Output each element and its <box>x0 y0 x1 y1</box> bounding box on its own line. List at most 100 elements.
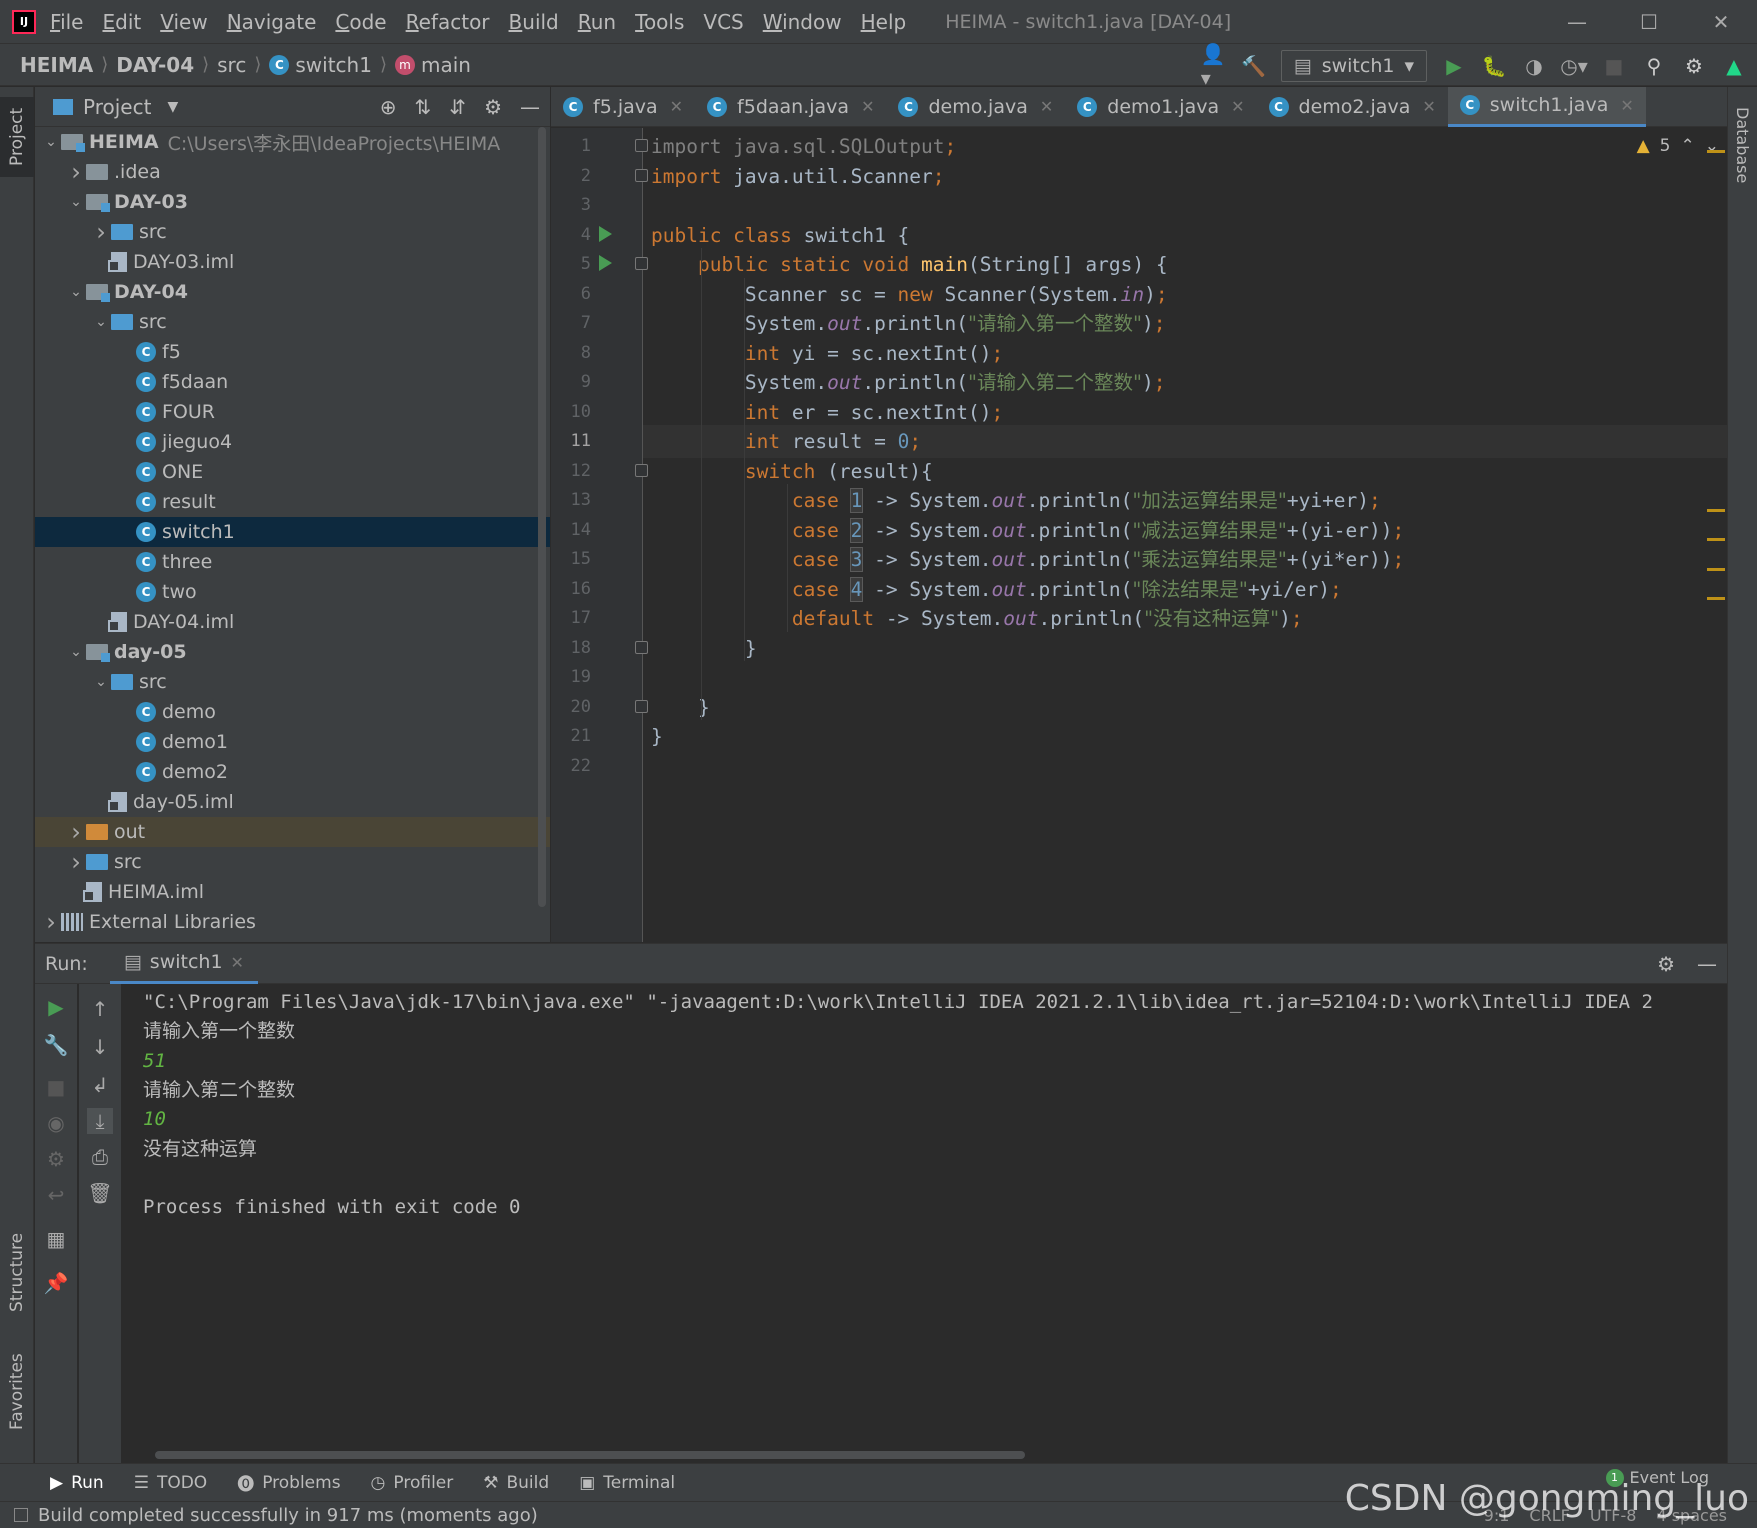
code-area[interactable]: import java.sql.SQLOutput; import java.ut… <box>651 128 1711 942</box>
tree-node-day-04-iml[interactable]: DAY-04.iml <box>35 607 550 637</box>
tree-node-demo1[interactable]: Cdemo1 <box>35 727 550 757</box>
trash-icon[interactable]: 🗑 <box>87 1180 113 1206</box>
run-tab-switch1[interactable]: ▤ switch1 ✕ <box>109 944 258 984</box>
warning-stripe-mark[interactable] <box>1707 538 1725 541</box>
menu-item-help[interactable]: Help <box>861 10 907 34</box>
tree-node-jieguo4[interactable]: Cjieguo4 <box>35 427 550 457</box>
code-editor[interactable]: 1 2 3 4 5 6 7 8 9 10 11 12 13 14 15 16 17 18 19 20 21 22 impo… <box>551 128 1727 942</box>
tree-node-heima-iml[interactable]: HEIMA.iml <box>35 877 550 907</box>
chevron-down-icon[interactable]: ▼ <box>167 99 178 115</box>
tree-node-day-04[interactable]: ⌄ DAY-04 <box>35 277 550 307</box>
collapse-all-icon[interactable]: ⇵ <box>449 95 466 119</box>
tree-node-src[interactable]: › src <box>35 217 550 247</box>
stop-icon[interactable]: ■ <box>1601 53 1627 79</box>
tree-node-heima[interactable]: ⌄ HEIMA C:\Users\李永田\IdeaProjects\HEIMA <box>35 127 550 157</box>
tree-node-external-libraries[interactable]: › External Libraries <box>35 907 550 937</box>
tree-node-result[interactable]: Cresult <box>35 487 550 517</box>
close-window-button[interactable]: ✕ <box>1685 0 1757 43</box>
tree-node-two[interactable]: Ctwo <box>35 577 550 607</box>
gear-icon[interactable]: ⚙ <box>484 95 502 119</box>
tree-node-f5daan[interactable]: Cf5daan <box>35 367 550 397</box>
tab-switch1-java[interactable]: Cswitch1.java ✕ <box>1447 86 1646 127</box>
warning-stripe-mark[interactable] <box>1707 150 1725 153</box>
tree-node-day-05-iml[interactable]: day-05.iml <box>35 787 550 817</box>
gear-icon[interactable]: ⚙ <box>1657 952 1675 976</box>
scroll-to-end-icon[interactable]: ⤓ <box>87 1108 113 1134</box>
tab-f5daan-java[interactable]: Cf5daan.java ✕ <box>695 87 886 127</box>
soft-wrap-icon[interactable]: ↲ <box>87 1072 113 1098</box>
warning-stripe-mark[interactable] <box>1707 509 1725 512</box>
tree-node-src[interactable]: ⌄ src <box>35 667 550 697</box>
code-line[interactable]: int result = 0; <box>651 425 921 458</box>
console-horizontal-scrollbar[interactable] <box>155 1451 1025 1459</box>
tree-node-switch1[interactable]: Cswitch1 <box>35 517 550 547</box>
profile-icon[interactable]: ◷▾ <box>1560 53 1588 79</box>
run-gutter-icon[interactable] <box>599 225 612 242</box>
tab-demo-java[interactable]: Cdemo.java ✕ <box>886 87 1065 127</box>
code-line[interactable]: case 3 -> System.out.println("乘法运算结果是"+(… <box>651 543 1404 576</box>
menu-item-run[interactable]: Run <box>578 10 616 34</box>
menu-item-tools[interactable]: Tools <box>635 10 684 34</box>
status-message[interactable]: Build completed successfully in 917 ms (… <box>38 1505 538 1526</box>
console-output[interactable]: "C:\Program Files\Java\jdk-17\bin\java.e… <box>125 984 1725 1454</box>
code-line[interactable]: default -> System.out.println("没有这种运算"); <box>651 602 1303 635</box>
code-line[interactable]: int yi = sc.nextInt(); <box>651 337 1003 370</box>
breadcrumb-method[interactable]: m main <box>394 53 471 77</box>
bottom-tab-build[interactable]: ⚒ Build <box>483 1473 549 1493</box>
inspection-widget[interactable]: ▲ 5 ⌃ ⌄ <box>1637 136 1719 156</box>
run-icon[interactable]: ▶ <box>1441 53 1467 79</box>
up-arrow-icon[interactable]: ↑ <box>87 996 113 1022</box>
menu-item-view[interactable]: View <box>160 10 207 34</box>
fold-marker-icon[interactable] <box>635 257 648 270</box>
close-icon[interactable]: ✕ <box>1620 96 1633 115</box>
code-line[interactable]: Scanner sc = new Scanner(System.in); <box>651 278 1168 311</box>
code-line[interactable]: public static void main(String[] args) { <box>651 248 1168 281</box>
warning-stripe-mark[interactable] <box>1707 597 1725 600</box>
close-icon[interactable]: ✕ <box>1040 97 1053 116</box>
status-toggle-icon[interactable] <box>14 1508 28 1522</box>
stop-icon[interactable]: ■ <box>43 1074 69 1100</box>
close-icon[interactable]: ✕ <box>861 97 874 116</box>
expand-all-icon[interactable]: ⇅ <box>415 95 432 119</box>
fold-marker-icon[interactable] <box>635 463 648 477</box>
code-line[interactable]: System.out.println("请输入第一个整数"); <box>651 307 1166 340</box>
fold-marker-icon[interactable] <box>635 139 648 152</box>
fold-marker-icon[interactable] <box>635 699 648 713</box>
chevron-down-icon[interactable]: ⌄ <box>66 194 86 210</box>
pin-icon[interactable]: 📌 <box>43 1270 69 1296</box>
wrench-icon[interactable]: 🔧 <box>43 1032 69 1058</box>
tree-node-demo2[interactable]: Cdemo2 <box>35 757 550 787</box>
minimize-button[interactable]: — <box>1541 0 1613 43</box>
tree-node--idea[interactable]: › .idea <box>35 157 550 187</box>
debug-gear-icon[interactable]: ⚙ <box>43 1146 69 1172</box>
project-panel-title[interactable]: Project <box>83 95 151 119</box>
run-gutter-icon[interactable] <box>599 255 612 271</box>
project-scrollbar[interactable] <box>538 127 546 907</box>
locate-icon[interactable]: ⊕ <box>380 95 397 119</box>
tree-node-day-03-iml[interactable]: DAY-03.iml <box>35 247 550 277</box>
bottom-tab-problems[interactable]: ⓿ Problems <box>237 1470 340 1496</box>
chevron-right-icon[interactable]: › <box>66 818 86 846</box>
close-icon[interactable]: ✕ <box>1231 97 1244 116</box>
tree-node-src[interactable]: › src <box>35 847 550 877</box>
tree-node-day-05[interactable]: ⌄ day-05 <box>35 637 550 667</box>
bottom-tab-profiler[interactable]: ◷ Profiler <box>371 1473 454 1493</box>
code-line[interactable]: int er = sc.nextInt(); <box>651 396 1003 429</box>
close-icon[interactable]: ✕ <box>231 953 244 972</box>
settings-gear-icon[interactable]: ⚙ <box>1681 53 1707 79</box>
bottom-tab-terminal[interactable]: ▣ Terminal <box>579 1473 675 1493</box>
fold-marker-icon[interactable] <box>635 640 648 654</box>
breadcrumb-src[interactable]: src <box>217 53 246 77</box>
tree-node-src[interactable]: ⌄ src <box>35 307 550 337</box>
code-line[interactable]: public class switch1 { <box>651 219 909 252</box>
chevron-down-icon[interactable]: ⌄ <box>91 314 111 330</box>
next-highlight-icon[interactable]: ⌄ <box>1705 136 1719 156</box>
code-line[interactable]: case 4 -> System.out.println("除法结果是"+yi/… <box>651 573 1342 606</box>
code-line[interactable]: case 1 -> System.out.println("加法运算结果是"+y… <box>651 484 1381 517</box>
tab-f5-java[interactable]: Cf5.java ✕ <box>551 87 695 127</box>
tree-node-f5[interactable]: Cf5 <box>35 337 550 367</box>
breadcrumb-module[interactable]: DAY-04 <box>116 53 194 77</box>
code-line[interactable]: System.out.println("请输入第二个整数"); <box>651 366 1166 399</box>
code-line[interactable]: } <box>651 720 663 753</box>
build-hammer-icon[interactable]: 🔨 <box>1241 53 1267 79</box>
